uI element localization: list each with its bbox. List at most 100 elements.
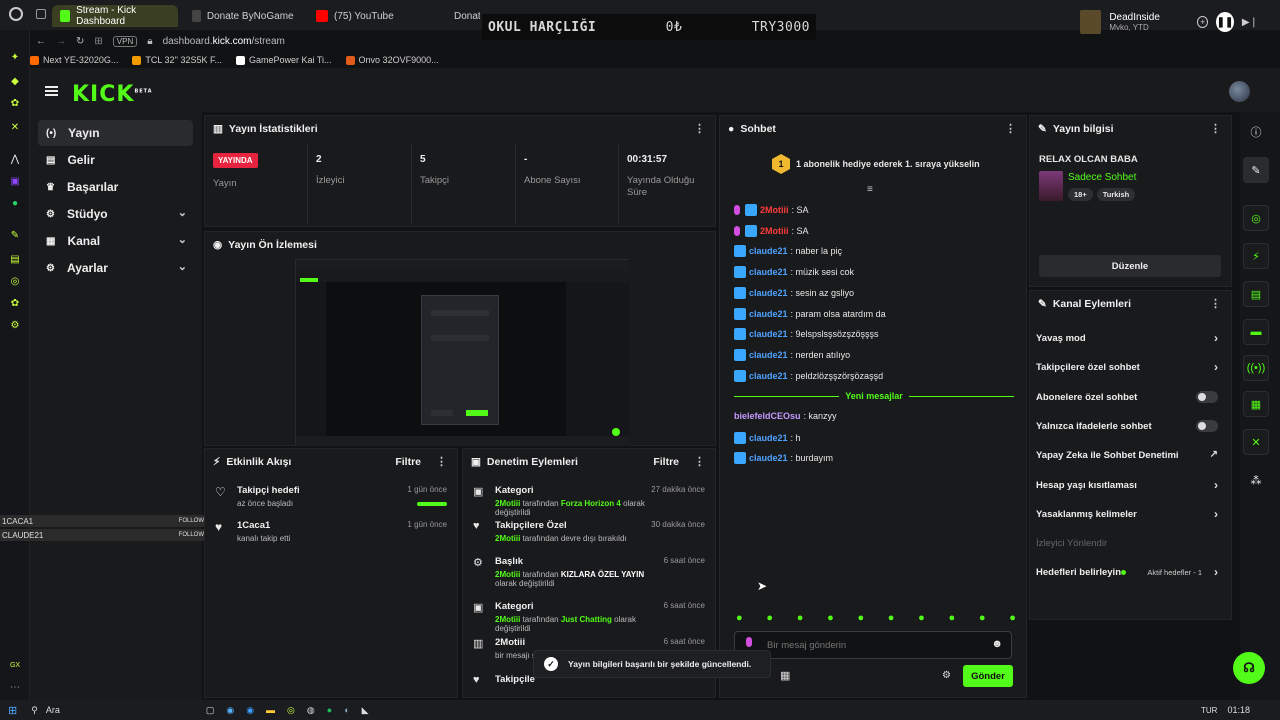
chat-icon[interactable]: ▬ xyxy=(1243,319,1269,345)
tools-icon[interactable]: ✕ xyxy=(1243,429,1269,455)
more-options-icon[interactable]: ⋮ xyxy=(694,122,705,135)
taskbar-app-icon[interactable]: ◍ xyxy=(307,705,315,716)
bookmark-item[interactable]: TCL 32'' 32S5K F... xyxy=(132,55,222,65)
taskbar-app-icon[interactable]: ▬ xyxy=(266,705,275,715)
emote-icon[interactable]: ● xyxy=(1009,612,1016,624)
chat-username[interactable]: claude21 xyxy=(749,350,788,360)
emote-icon[interactable]: ● xyxy=(766,612,773,624)
edit-button[interactable]: Düzenle xyxy=(1039,255,1221,277)
next-icon[interactable]: ▶❘ xyxy=(1242,17,1258,28)
pencil-icon[interactable]: ✎ xyxy=(1243,157,1269,183)
channel-action-item[interactable]: Yasaklanmış kelimeler › xyxy=(1036,507,1218,521)
tag-badge[interactable]: Turkish xyxy=(1096,188,1136,201)
taskbar-app-icon[interactable]: ◉ xyxy=(246,705,254,716)
rail-a-icon[interactable]: ⋀ xyxy=(8,152,22,166)
rail-gx-icon[interactable]: GX xyxy=(8,658,22,672)
whatsapp-icon[interactable]: ● xyxy=(8,196,22,210)
grid-icon[interactable]: ⊞ xyxy=(94,36,102,47)
taskbar-app-icon[interactable]: ◎ xyxy=(287,705,295,716)
sidebar-item-stream[interactable]: (•) Yayın xyxy=(38,120,193,146)
taskbar-app-icon[interactable]: ◉ xyxy=(226,705,234,716)
chat-username[interactable]: claude21 xyxy=(749,433,788,443)
emote-icon[interactable]: ● xyxy=(736,612,743,624)
emote-icon[interactable]: ● xyxy=(797,612,804,624)
steam-taskbar-icon[interactable]: ◐ xyxy=(344,705,349,715)
chat-input-box[interactable]: ☻ xyxy=(734,631,1012,659)
sidebar-item-revenue[interactable]: ▤ Gelir xyxy=(38,147,193,173)
toggle-switch[interactable] xyxy=(1196,390,1218,403)
sidebar-item-achievements[interactable]: ♛ Başarılar xyxy=(38,174,193,200)
more-options-icon[interactable]: ⋮ xyxy=(1005,122,1016,135)
taskbar-lang[interactable]: TUR xyxy=(1201,706,1217,715)
more-options-icon[interactable]: ⋮ xyxy=(694,455,705,468)
add-icon[interactable]: + xyxy=(1197,16,1209,28)
more-options-icon[interactable]: ⋮ xyxy=(1210,297,1221,310)
lightning-icon[interactable]: ⚡︎ xyxy=(1243,243,1269,269)
tab-kick-dashboard[interactable]: Stream - Kick Dashboard xyxy=(52,5,178,27)
rail-doc-icon[interactable]: ▤ xyxy=(8,252,22,266)
chat-username[interactable]: claude21 xyxy=(749,371,788,381)
chat-username[interactable]: claude21 xyxy=(749,453,788,463)
more-options-icon[interactable]: ⋮ xyxy=(436,455,447,468)
rail-cross-icon[interactable]: ✕ xyxy=(8,120,22,134)
chat-username[interactable]: 2Motiii xyxy=(760,205,789,215)
tag-badge[interactable]: 18+ xyxy=(1068,188,1093,201)
pause-button[interactable]: ❚❚ xyxy=(1216,12,1234,32)
chat-username[interactable]: claude21 xyxy=(749,329,788,339)
channel-action-item[interactable]: Yalnızca ifadelerle sohbet xyxy=(1036,419,1218,432)
send-button[interactable]: Gönder xyxy=(963,665,1013,687)
chat-username[interactable]: claude21 xyxy=(749,246,788,256)
taskbar-app-icon[interactable]: ◣ xyxy=(362,705,369,716)
task-view-icon[interactable]: ▢ xyxy=(206,705,215,716)
emote-icon[interactable]: ● xyxy=(949,612,956,624)
emote-icon[interactable]: ● xyxy=(918,612,925,624)
emote-icon[interactable]: ● xyxy=(857,612,864,624)
sidebar-item-settings[interactable]: ⚙ Ayarlar ⌄ xyxy=(38,255,193,281)
opera-logo-icon[interactable] xyxy=(9,7,23,21)
sidebar-item-channel[interactable]: ▦ Kanal ⌄ xyxy=(38,228,193,254)
share-icon[interactable]: ⁂ xyxy=(1243,467,1269,493)
chat-input[interactable] xyxy=(767,639,967,651)
back-icon[interactable]: ← xyxy=(36,36,46,47)
windows-start-icon[interactable]: ⊞ xyxy=(8,704,17,717)
category-link[interactable]: Sadece Sohbet xyxy=(1068,172,1136,183)
emoji-icon[interactable]: ☻ xyxy=(991,638,1003,650)
filter-button[interactable]: Filtre xyxy=(395,456,421,468)
target-icon[interactable]: ◎ xyxy=(1243,205,1269,231)
more-options-icon[interactable]: ⋮ xyxy=(1210,122,1221,135)
spotify-taskbar-icon[interactable]: ● xyxy=(327,705,332,715)
vpn-badge[interactable]: VPN xyxy=(112,35,138,47)
sidebar-item-studio[interactable]: ⚙ Stüdyo ⌄ xyxy=(38,201,193,227)
chat-username[interactable]: claude21 xyxy=(749,309,788,319)
taskbar-clock[interactable]: 01:18 xyxy=(1227,705,1250,715)
emote-icon[interactable]: ● xyxy=(827,612,834,624)
rail-tool-icon[interactable]: ✎ xyxy=(8,228,22,242)
layout-icon[interactable]: ▦ xyxy=(1243,391,1269,417)
rail-bee2-icon[interactable]: ✿ xyxy=(8,296,22,310)
rail-circle-icon[interactable]: ◎ xyxy=(8,274,22,288)
menu-icon[interactable] xyxy=(45,86,58,96)
tab-youtube[interactable]: (75) YouTube xyxy=(308,5,428,27)
forward-icon[interactable]: → xyxy=(56,36,66,47)
filter-button[interactable]: Filtre xyxy=(653,456,679,468)
chat-username[interactable]: claude21 xyxy=(749,267,788,277)
bookmark-item[interactable]: GamePower Kai Ti... xyxy=(236,55,332,65)
chat-settings-icon[interactable]: ⚙ xyxy=(942,670,951,681)
rail-gear-icon[interactable]: ⚙ xyxy=(8,318,22,332)
document-icon[interactable]: ▤ xyxy=(1243,281,1269,307)
broadcast-icon[interactable]: ((•)) xyxy=(1243,355,1269,381)
channel-action-item[interactable]: Hedefleri belirleyin Aktif hedefler - 1 › xyxy=(1036,565,1218,579)
bookmark-item[interactable]: Next YE-32020G... xyxy=(30,55,118,65)
chat-username[interactable]: claude21 xyxy=(749,288,788,298)
twitch-icon[interactable]: ▣ xyxy=(8,174,22,188)
kick-logo[interactable]: KICKBETA xyxy=(72,82,153,107)
tab-menu-icon[interactable] xyxy=(36,9,46,19)
gift-icon[interactable]: ▦ xyxy=(780,669,790,682)
chat-username[interactable]: bielefeldCEOsu xyxy=(734,411,801,421)
rail-diamond-icon[interactable]: ◆ xyxy=(8,74,22,88)
tab-donate-2[interactable]: Donate ByNoGame - St... xyxy=(440,5,480,27)
emote-icon[interactable]: ● xyxy=(888,612,895,624)
tab-donate-1[interactable]: Donate ByNoGame - 2M... xyxy=(184,5,302,27)
channel-action-item[interactable]: Yavaş mod › xyxy=(1036,331,1218,345)
toggle-switch[interactable] xyxy=(1196,419,1218,432)
